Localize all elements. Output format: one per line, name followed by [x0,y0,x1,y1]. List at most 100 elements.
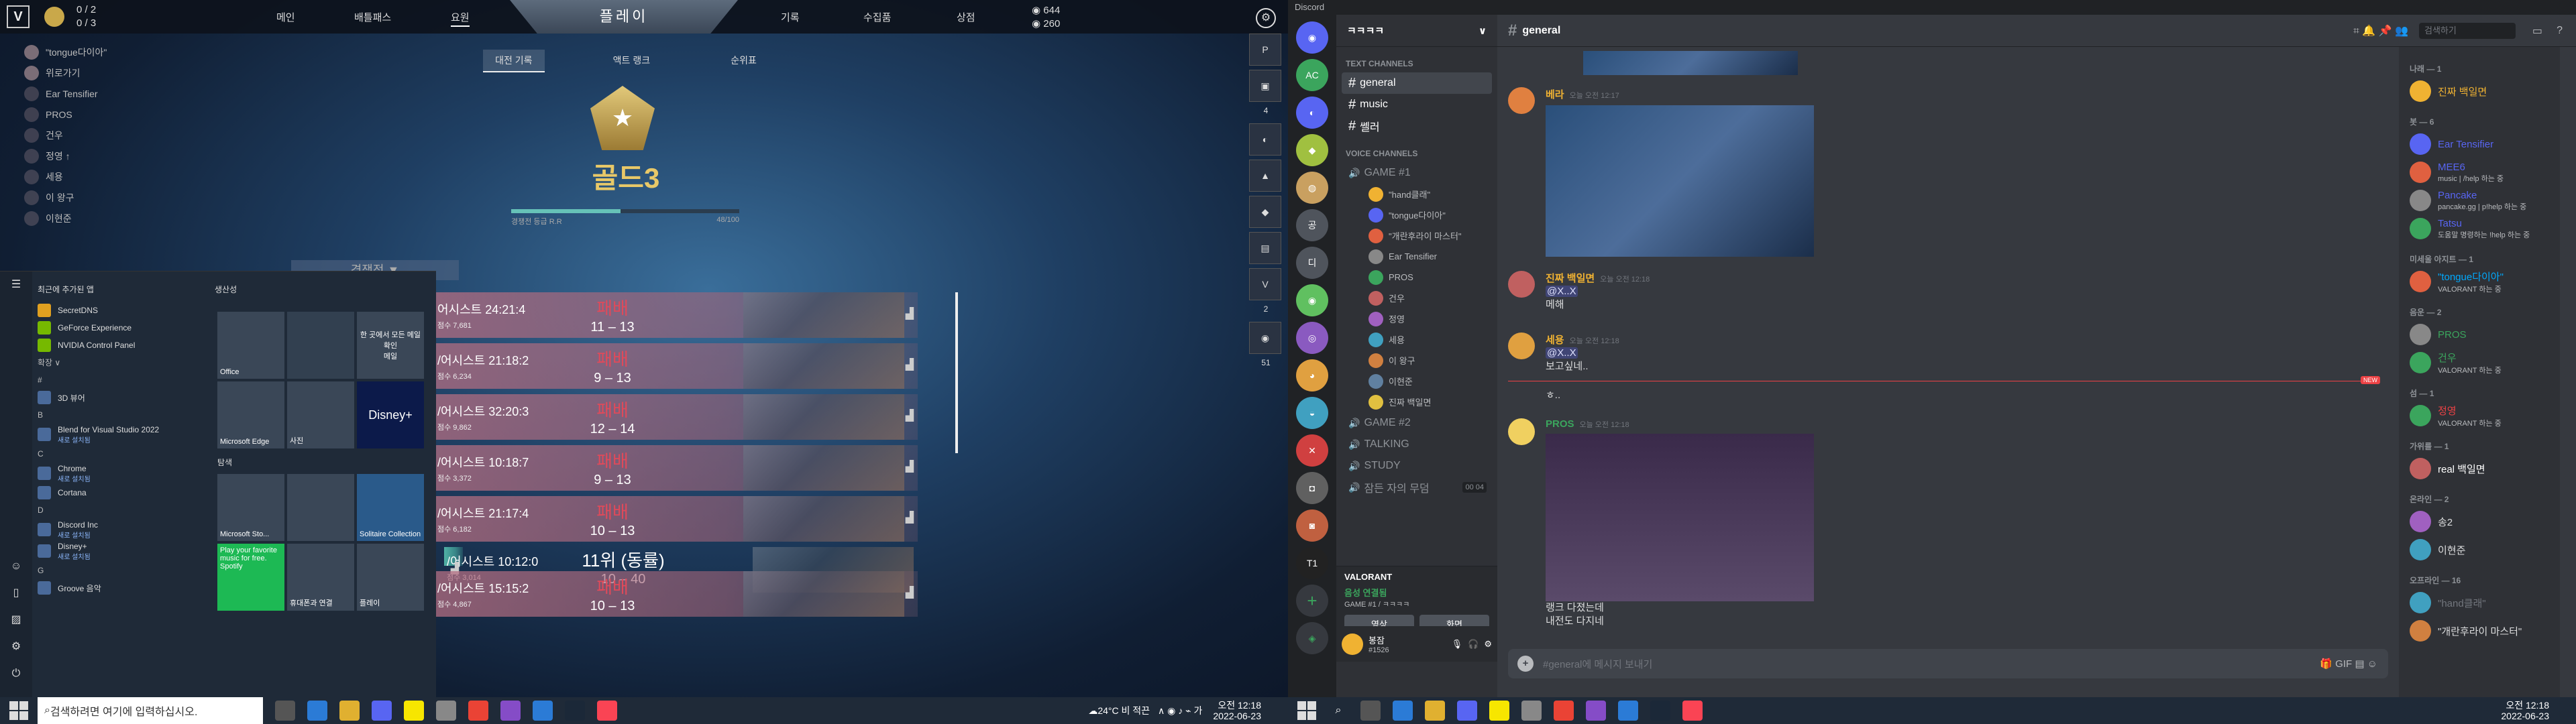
app-item[interactable]: Cortana [38,484,212,501]
category-voice[interactable]: VOICE CHANNELS [1346,149,1497,158]
dock-app-icon[interactable]: ▤ [1249,232,1281,264]
game-activity[interactable]: VALORANT [1344,572,1489,582]
chart-icon[interactable]: ▟ [906,460,914,473]
member-item[interactable]: MEE6 music | /help 하는 중 [2410,158,2560,186]
hamburger-icon[interactable]: ☰ [0,272,32,298]
letter-header[interactable]: # [38,371,212,389]
nav-agents[interactable]: 요원 [451,10,470,27]
avatar[interactable] [1508,271,1535,298]
dock-app-icon[interactable]: ◆ [1249,196,1281,228]
server-icon[interactable]: ◒ [1296,397,1328,429]
party-member[interactable]: 이 왕구 [24,187,145,208]
app-item[interactable]: Chrome 새로 설치됨 [38,463,212,484]
voice-channel[interactable]: 🔊 GAME #1 [1342,162,1492,184]
letter-header[interactable]: G [38,562,212,579]
member-item[interactable]: Ear Tensifier [2410,130,2560,158]
server-icon[interactable]: ◎ [1296,322,1328,354]
member-item[interactable]: 송2 [2410,507,2560,536]
server-icon[interactable]: ◉ [1296,284,1328,316]
play-button[interactable]: 플레이 [510,0,738,34]
match-row[interactable]: /어시스트 21:18:2 점수 6,234 패배 9 – 13 ▟ [435,343,918,389]
channel-general[interactable]: # general [1342,72,1492,94]
member-item[interactable]: real 백일면 [2410,455,2560,483]
valorant-logo-icon[interactable]: V [7,5,30,28]
taskbar-search-input[interactable]: ⌕ 검색하려면 여기에 입력하십시오. [38,697,263,724]
server-icon[interactable]: T1 [1296,547,1328,579]
voice-channel[interactable]: 🔊 TALKING [1342,434,1492,455]
app-item[interactable]: Discord Inc 새로 설치됨 [38,519,212,540]
tile-solitaire[interactable]: Solitaire Collection [357,474,424,541]
microphone-icon[interactable]: 🎙 [1452,639,1463,650]
image-attachment[interactable] [1583,51,1798,75]
document-icon[interactable]: ▯ [0,580,32,607]
chrome-icon[interactable] [468,701,488,721]
party-member[interactable]: 이현준 [24,208,145,229]
expand-button[interactable]: 확장 ∨ [38,354,212,371]
tab-match-history[interactable]: 대전 기록 [483,50,545,72]
voice-user[interactable]: 진짜 백일면 [1336,391,1497,412]
chart-icon[interactable]: ▟ [906,409,914,422]
header-search-input[interactable]: 검색하기 [2419,23,2516,39]
category-text[interactable]: TEXT CHANNELS [1346,59,1497,68]
chrome-icon[interactable] [1554,701,1574,721]
match-row[interactable]: /어시스트 10:18:7 점수 3,372 패배 9 – 13 ▟ [435,445,918,491]
voice-channel[interactable]: 🔊 STUDY [1342,455,1492,477]
valorant-icon[interactable] [597,701,617,721]
task-view-icon[interactable] [275,701,295,721]
tile-phone-link[interactable]: 휴대폰과 연결 [287,544,354,611]
clock[interactable]: 오전 12:18 2022-06-23 [2501,700,2549,721]
voice-user[interactable]: "개란후라이 마스터" [1336,225,1497,246]
tile-news[interactable] [287,474,354,541]
voice-user[interactable]: Ear Tensifier [1336,246,1497,267]
app-icon[interactable] [1521,701,1542,721]
tab-act-rank[interactable]: 액트 랭크 [601,50,662,72]
tile-mail-group[interactable] [287,312,354,379]
add-attachment-icon[interactable]: + [1517,656,1534,672]
chart-icon[interactable]: ▟ [906,511,914,524]
file-explorer-icon[interactable] [1425,701,1445,721]
message-author[interactable]: 세용 [1546,335,1564,346]
voice-user[interactable]: 이 왕구 [1336,350,1497,371]
app-item[interactable]: Disney+ 새로 설치됨 [38,540,212,562]
voice-user[interactable]: PROS [1336,267,1497,288]
add-server-icon[interactable]: + [1296,585,1328,617]
voice-channel[interactable]: 🔊 잠든 자의 무덤 00 04 [1342,477,1492,498]
discord-icon[interactable] [372,701,392,721]
clock[interactable]: 오전 12:18 2022-06-23 [1213,700,1261,721]
server-icon[interactable]: ◆ [1296,134,1328,166]
tile-office[interactable]: Office [217,312,284,379]
member-item[interactable]: PROS [2410,320,2560,349]
message-input[interactable]: + #general에 메시지 보내기 🎁 GIF ▤ ☺ [1508,649,2388,678]
party-member[interactable]: 위로가기 [24,62,145,83]
dock-app-icon[interactable]: P [1249,34,1281,66]
server-header[interactable]: ㅋㅋㅋㅋ ∨ [1336,15,1497,47]
nav-battlepass[interactable]: 배틀패스 [354,10,391,24]
party-member[interactable]: PROS [24,104,145,125]
steam-icon[interactable] [565,701,585,721]
edge-icon[interactable] [1393,701,1413,721]
message-author[interactable]: PROS [1546,418,1574,430]
voice-user[interactable]: "hand클래" [1336,184,1497,204]
party-member[interactable]: "tongue다이아" [24,42,145,62]
nav-collection[interactable]: 수집품 [863,10,891,24]
image-attachment[interactable] [1546,105,1814,257]
member-item[interactable]: Tatsu 도움말 명령하는 !help 하는 중 [2410,215,2560,243]
server-icon[interactable]: ✕ [1296,434,1328,467]
windows-start-icon[interactable] [9,701,28,720]
member-item[interactable]: 진짜 백일면 [2410,77,2560,105]
discord-home-icon[interactable]: ◉ [1296,21,1328,54]
tile-mail[interactable]: 한 곳에서 모든 메일 확인 메일 [357,312,424,379]
discord-icon[interactable] [1457,701,1477,721]
dock-app-icon[interactable]: ▣ [1249,70,1281,102]
dock-app-icon[interactable]: ◐ [1249,123,1281,156]
tile-store[interactable]: Microsoft Sto... [217,474,284,541]
match-scrollbar[interactable] [955,292,958,453]
file-explorer-icon[interactable] [339,701,360,721]
channel-music[interactable]: # music [1342,94,1492,115]
server-icon[interactable]: AC [1296,59,1328,91]
dock-app-icon[interactable]: ▲ [1249,160,1281,192]
app-item[interactable]: SecretDNS [38,302,212,319]
explore-icon[interactable]: ◈ [1296,622,1328,654]
tab-leaderboard[interactable]: 순위표 [718,50,769,72]
mention[interactable]: @X..X [1546,347,1578,359]
